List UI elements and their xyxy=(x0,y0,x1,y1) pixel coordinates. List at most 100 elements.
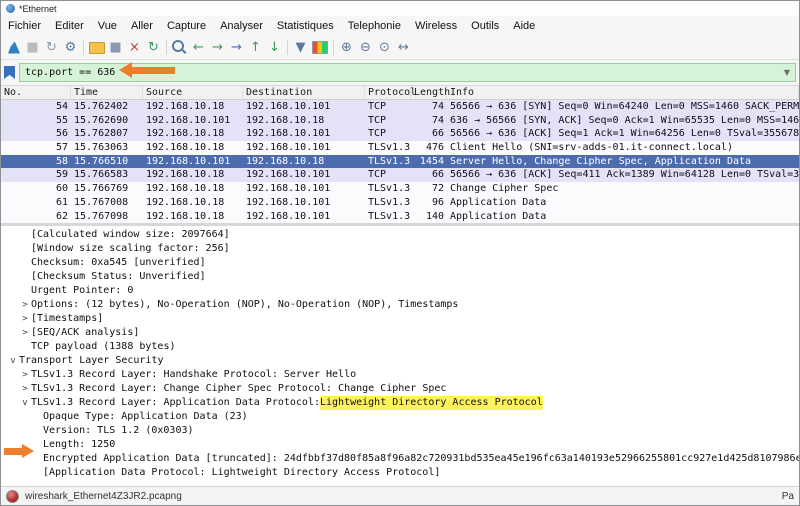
detail-line[interactable]: Checksum: 0xa545 [unverified] xyxy=(1,256,799,270)
menu-wireless[interactable]: Wireless xyxy=(408,17,464,35)
detail-line[interactable]: >TLSv1.3 Record Layer: Handshake Protoco… xyxy=(1,368,799,382)
colorize-packets-icon[interactable] xyxy=(312,41,328,54)
packet-details-pane: [Calculated window size: 2097664][Window… xyxy=(1,226,799,486)
packet-row[interactable]: 5415.762402192.168.10.18192.168.10.101TC… xyxy=(1,100,799,114)
expander-icon[interactable]: > xyxy=(19,312,31,326)
detail-line[interactable]: >Options: (12 bytes), No-Operation (NOP)… xyxy=(1,298,799,312)
packet-source: 192.168.10.18 xyxy=(143,127,243,141)
restart-capture-icon[interactable]: ↻ xyxy=(42,39,61,57)
column-header-time[interactable]: Time xyxy=(71,86,143,99)
menu-telephonie[interactable]: Telephonie xyxy=(341,17,408,35)
packet-row[interactable]: 5615.762807192.168.10.18192.168.10.101TC… xyxy=(1,127,799,141)
detail-text: Checksum: 0xa545 [unverified] xyxy=(31,256,206,270)
find-packet-icon[interactable] xyxy=(170,39,189,57)
detail-text: Length: 1250 xyxy=(43,438,115,452)
packet-source: 192.168.10.101 xyxy=(143,114,243,128)
start-capture-icon[interactable] xyxy=(4,39,23,57)
packet-source: 192.168.10.18 xyxy=(143,100,243,114)
menu-statistiques[interactable]: Statistiques xyxy=(270,17,341,35)
go-to-packet-icon[interactable]: → xyxy=(227,39,246,57)
expander-icon[interactable]: > xyxy=(19,298,31,312)
expander-icon[interactable]: > xyxy=(19,382,31,396)
packet-time: 15.766510 xyxy=(71,155,143,169)
resize-columns-icon[interactable]: ↔ xyxy=(394,39,413,57)
detail-line[interactable]: vTransport Layer Security xyxy=(1,354,799,368)
menu-editer[interactable]: Editer xyxy=(48,17,91,35)
menu-capture[interactable]: Capture xyxy=(160,17,213,35)
title-bar[interactable]: *Ethernet xyxy=(1,1,799,16)
menu-outils[interactable]: Outils xyxy=(464,17,506,35)
auto-scroll-icon[interactable]: ▼ xyxy=(291,39,310,57)
menu-analyser[interactable]: Analyser xyxy=(213,17,270,35)
expander-spacer xyxy=(31,424,43,438)
zoom-100-icon[interactable]: ⊙ xyxy=(375,39,394,57)
packet-time: 15.766769 xyxy=(71,182,143,196)
expander-icon[interactable]: v xyxy=(7,354,19,368)
toolbar-separator xyxy=(166,40,167,55)
filter-input-wrap: ▼ xyxy=(19,63,796,82)
detail-line[interactable]: >TLSv1.3 Record Layer: Change Cipher Spe… xyxy=(1,382,799,396)
close-file-icon[interactable]: × xyxy=(125,39,144,57)
packet-row[interactable]: 5815.766510192.168.10.101192.168.10.18TL… xyxy=(1,155,799,169)
toolbar-separator xyxy=(83,40,84,55)
zoom-in-icon[interactable]: ⊕ xyxy=(337,39,356,57)
menu-aller[interactable]: Aller xyxy=(124,17,160,35)
capture-options-icon[interactable]: ⚙ xyxy=(61,39,80,57)
expander-icon[interactable]: > xyxy=(19,326,31,340)
expander-icon[interactable]: > xyxy=(19,368,31,382)
packet-source: 192.168.10.18 xyxy=(143,141,243,155)
detail-line[interactable]: Opaque Type: Application Data (23) xyxy=(1,410,799,424)
go-first-packet-icon[interactable]: ↑ xyxy=(246,39,265,57)
packet-row[interactable]: 6115.767008192.168.10.18192.168.10.101TL… xyxy=(1,196,799,210)
detail-line[interactable]: vTLSv1.3 Record Layer: Application Data … xyxy=(1,396,799,410)
column-header-source[interactable]: Source xyxy=(143,86,243,99)
column-header-protocol[interactable]: Protocol xyxy=(365,86,411,99)
packet-row[interactable]: 6215.767098192.168.10.18192.168.10.101TL… xyxy=(1,210,799,224)
status-bar: wireshark_Ethernet4Z3JR2.pcapng Pa xyxy=(1,486,799,505)
packet-row[interactable]: 5715.763063192.168.10.18192.168.10.101TL… xyxy=(1,141,799,155)
window-title: *Ethernet xyxy=(19,4,57,14)
packet-row[interactable]: 6015.766769192.168.10.18192.168.10.101TL… xyxy=(1,182,799,196)
packet-row[interactable]: 5915.766583192.168.10.18192.168.10.101TC… xyxy=(1,168,799,182)
menu-fichier[interactable]: Fichier xyxy=(1,17,48,35)
detail-line[interactable]: TCP payload (1388 bytes) xyxy=(1,340,799,354)
detail-line[interactable]: [Calculated window size: 2097664] xyxy=(1,228,799,242)
packet-no: 58 xyxy=(1,155,71,169)
detail-text: [Timestamps] xyxy=(31,312,103,326)
chevron-down-icon[interactable]: ▼ xyxy=(784,68,795,77)
go-forward-icon[interactable]: → xyxy=(208,39,227,57)
detail-line[interactable]: >[SEQ/ACK analysis] xyxy=(1,326,799,340)
wireshark-window: *Ethernet FichierEditerVueAllerCaptureAn… xyxy=(0,0,800,506)
column-header-info[interactable]: Info xyxy=(447,86,799,99)
reload-icon[interactable]: ↻ xyxy=(144,39,163,57)
detail-line[interactable]: Urgent Pointer: 0 xyxy=(1,284,799,298)
open-file-icon[interactable] xyxy=(87,39,106,57)
packet-row[interactable]: 5515.762690192.168.10.101192.168.10.18TC… xyxy=(1,114,799,128)
column-header-length[interactable]: Length xyxy=(411,86,447,99)
detail-line[interactable]: [Application Data Protocol: Lightweight … xyxy=(1,466,799,480)
display-filter-input[interactable] xyxy=(20,67,784,78)
detail-line[interactable]: Length: 1250 xyxy=(1,438,799,452)
detail-line[interactable]: >[Timestamps] xyxy=(1,312,799,326)
detail-line[interactable]: [Window size scaling factor: 256] xyxy=(1,242,799,256)
go-back-icon[interactable]: ← xyxy=(189,39,208,57)
filter-bookmark-icon[interactable] xyxy=(4,66,15,79)
packet-count-text: Pa xyxy=(782,491,794,502)
detail-line[interactable]: [Checksum Status: Unverified] xyxy=(1,270,799,284)
expert-info-icon[interactable] xyxy=(6,490,19,503)
detail-text: [Checksum Status: Unverified] xyxy=(31,270,206,284)
detail-line[interactable]: Version: TLS 1.2 (0x0303) xyxy=(1,424,799,438)
detail-line[interactable]: Encrypted Application Data [truncated]: … xyxy=(1,452,799,466)
menu-vue[interactable]: Vue xyxy=(91,17,124,35)
zoom-out-icon[interactable]: ⊖ xyxy=(356,39,375,57)
save-file-icon[interactable]: ■ xyxy=(106,39,125,57)
menu-aide[interactable]: Aide xyxy=(506,17,542,35)
go-last-packet-icon[interactable]: ↓ xyxy=(265,39,284,57)
packet-source: 192.168.10.18 xyxy=(143,182,243,196)
packet-no: 55 xyxy=(1,114,71,128)
detail-text: TLSv1.3 Record Layer: Handshake Protocol… xyxy=(31,368,356,382)
column-header-destination[interactable]: Destination xyxy=(243,86,365,99)
expander-icon[interactable]: v xyxy=(19,396,31,410)
column-header-no[interactable]: No. xyxy=(1,86,71,99)
stop-capture-icon[interactable]: ■ xyxy=(23,39,42,57)
